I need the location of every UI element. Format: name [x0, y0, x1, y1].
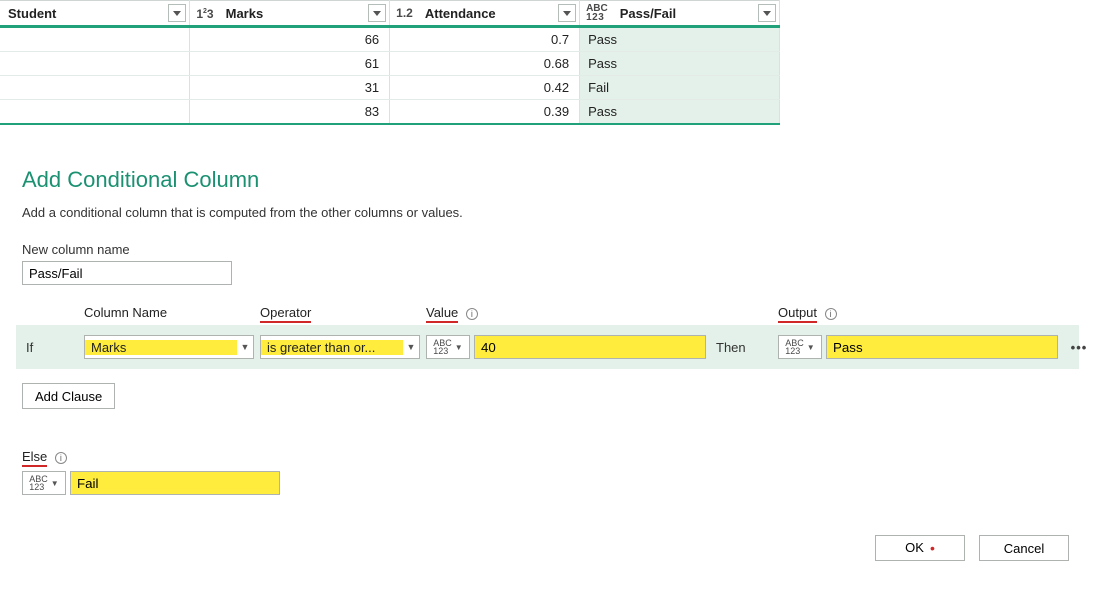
cell-marks: 83 [190, 100, 390, 125]
preview-table: Student 123 Marks [0, 0, 780, 125]
new-column-input[interactable] [22, 261, 232, 285]
column-filter-dropdown[interactable] [558, 4, 576, 22]
label-output: Output [778, 305, 817, 323]
condition-row: If Marks ▼ is greater than or... ▼ ABC12… [16, 325, 1079, 369]
col-label: Attendance [417, 6, 502, 21]
label-value: Value [426, 305, 458, 323]
output-type-select[interactable]: ABC123 ▼ [778, 335, 822, 359]
chevron-down-icon: ▼ [51, 479, 59, 488]
else-label: Else [22, 449, 47, 467]
cell-student [0, 27, 190, 52]
operator-value: is greater than or... [261, 340, 403, 355]
table-row[interactable]: 83 0.39 Pass [0, 100, 780, 125]
chevron-down-icon: ▼ [455, 343, 463, 352]
cell-marks: 31 [190, 76, 390, 100]
type-icon-decimal: 1.2 [390, 9, 417, 18]
label-column: Column Name [84, 305, 167, 320]
cancel-button[interactable]: Cancel [979, 535, 1069, 561]
col-header-passfail[interactable]: ABC123 Pass/Fail [580, 1, 780, 27]
col-header-marks[interactable]: 123 Marks [190, 1, 390, 27]
col-label: Pass/Fail [612, 6, 682, 21]
column-filter-dropdown[interactable] [758, 4, 776, 22]
cell-attendance: 0.39 [390, 100, 580, 125]
column-filter-dropdown[interactable] [168, 4, 186, 22]
column-name-select[interactable]: Marks ▼ [84, 335, 254, 359]
col-header-attendance[interactable]: 1.2 Attendance [390, 1, 580, 27]
then-label: Then [712, 340, 772, 355]
type-icon-int: 123 [190, 7, 217, 19]
add-clause-button[interactable]: Add Clause [22, 383, 115, 409]
cell-attendance: 0.42 [390, 76, 580, 100]
cell-passfail: Pass [580, 27, 780, 52]
ok-button[interactable]: OK • [875, 535, 965, 561]
table-row[interactable]: 31 0.42 Fail [0, 76, 780, 100]
value-type-select[interactable]: ABC123 ▼ [426, 335, 470, 359]
conditional-column-dialog: Add Conditional Column Add a conditional… [0, 125, 1095, 571]
dialog-subtitle: Add a conditional column that is compute… [22, 205, 1073, 220]
value-input[interactable] [474, 335, 706, 359]
cell-attendance: 0.68 [390, 52, 580, 76]
info-icon[interactable]: i [466, 308, 478, 320]
cell-marks: 66 [190, 27, 390, 52]
type-icon-any: ABC123 [580, 4, 612, 22]
col-label: Student [0, 6, 62, 21]
else-type-select[interactable]: ABC123 ▼ [22, 471, 66, 495]
abc123-icon: ABC123 [29, 475, 48, 491]
table-row[interactable]: 61 0.68 Pass [0, 52, 780, 76]
cell-student [0, 76, 190, 100]
cell-student [0, 100, 190, 125]
cell-marks: 61 [190, 52, 390, 76]
if-label: If [22, 340, 78, 355]
info-icon[interactable]: i [825, 308, 837, 320]
column-filter-dropdown[interactable] [368, 4, 386, 22]
chevron-down-icon: ▼ [403, 342, 419, 352]
table-row[interactable]: 66 0.7 Pass [0, 27, 780, 52]
cell-passfail: Pass [580, 52, 780, 76]
info-icon[interactable]: i [55, 452, 67, 464]
new-column-label: New column name [22, 242, 1073, 257]
abc123-icon: ABC123 [785, 339, 804, 355]
dialog-title: Add Conditional Column [22, 167, 1073, 193]
col-header-student[interactable]: Student [0, 1, 190, 27]
chevron-down-icon: ▼ [237, 342, 253, 352]
else-input[interactable] [70, 471, 280, 495]
output-input[interactable] [826, 335, 1058, 359]
label-operator: Operator [260, 305, 311, 323]
operator-select[interactable]: is greater than or... ▼ [260, 335, 420, 359]
cell-passfail: Pass [580, 100, 780, 125]
cell-attendance: 0.7 [390, 27, 580, 52]
validation-dot-icon: • [930, 540, 935, 556]
more-options-button[interactable]: ••• [1064, 335, 1094, 359]
col-label: Marks [218, 6, 270, 21]
column-name-value: Marks [85, 340, 237, 355]
cell-passfail: Fail [580, 76, 780, 100]
chevron-down-icon: ▼ [807, 343, 815, 352]
ok-label: OK [905, 540, 924, 555]
abc123-icon: ABC123 [433, 339, 452, 355]
cell-student [0, 52, 190, 76]
